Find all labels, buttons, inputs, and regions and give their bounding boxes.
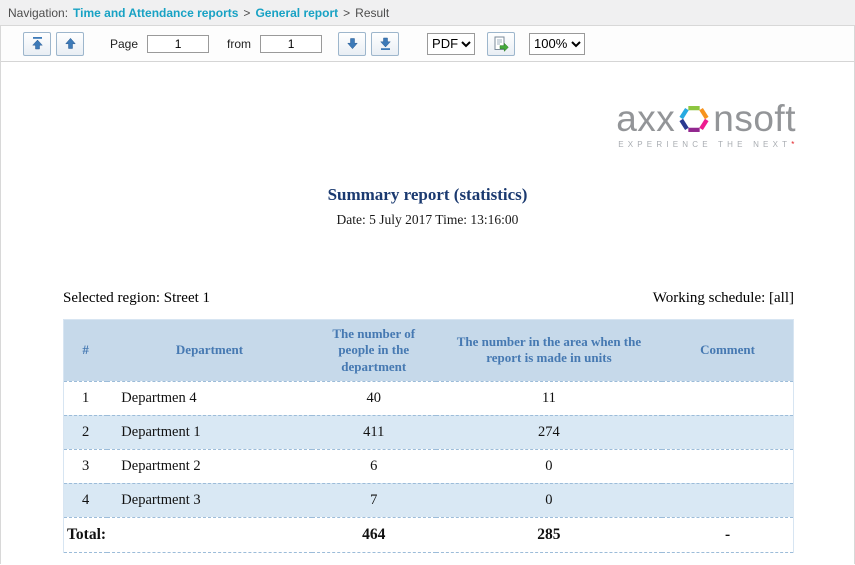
report-table-container: # Department The number of people in the… xyxy=(63,319,794,553)
table-row: 4 Department 3 7 0 xyxy=(64,483,794,517)
cell-people: 6 xyxy=(312,449,436,483)
report-table: # Department The number of people in the… xyxy=(63,319,794,553)
selected-region-label: Selected region: Street 1 xyxy=(63,290,210,307)
next-page-icon xyxy=(346,37,359,50)
logo-hexagon-icon xyxy=(677,102,711,136)
axxonsoft-logo: axx nsoft EXPERIENCE THE NEXT* xyxy=(616,100,796,149)
report-meta-row: Selected region: Street 1 Working schedu… xyxy=(63,290,794,307)
page-number-input[interactable] xyxy=(147,35,209,53)
total-pages-input[interactable] xyxy=(260,35,322,53)
breadcrumb-link-general-report[interactable]: General report xyxy=(255,6,338,20)
breadcrumb-current-result: Result xyxy=(355,6,389,20)
next-page-button[interactable] xyxy=(338,32,366,56)
cell-department: Department 2 xyxy=(107,449,311,483)
table-total-row: Total: 464 285 - xyxy=(64,517,794,552)
page-label: Page xyxy=(110,37,138,51)
report-date-line: Date: 5 July 2017 Time: 13:16:00 xyxy=(1,212,854,228)
logo-wordmark: axx nsoft xyxy=(616,100,796,137)
header-people-count: The number of people in the department xyxy=(312,320,436,382)
cell-number: 4 xyxy=(64,483,108,517)
total-comment: - xyxy=(662,517,793,552)
table-row: 3 Department 2 6 0 xyxy=(64,449,794,483)
table-row: 2 Department 1 411 274 xyxy=(64,415,794,449)
header-number: # xyxy=(64,320,108,382)
cell-department: Department 1 xyxy=(107,415,311,449)
export-button[interactable] xyxy=(487,32,515,56)
total-label: Total: xyxy=(64,517,312,552)
prev-page-button[interactable] xyxy=(56,32,84,56)
cell-comment xyxy=(662,449,793,483)
cell-comment xyxy=(662,381,793,415)
cell-people: 411 xyxy=(312,415,436,449)
header-department: Department xyxy=(107,320,311,382)
logo-tagline: EXPERIENCE THE NEXT* xyxy=(616,140,796,149)
logo-tagline-text: EXPERIENCE THE NEXT xyxy=(618,140,791,149)
export-icon xyxy=(493,36,509,52)
cell-comment xyxy=(662,415,793,449)
header-area-count: The number in the area when the report i… xyxy=(436,320,662,382)
export-format-select[interactable]: PDF xyxy=(427,33,475,55)
cell-people: 40 xyxy=(312,381,436,415)
breadcrumb-link-time-attendance-reports[interactable]: Time and Attendance reports xyxy=(73,6,238,20)
prev-page-icon xyxy=(64,37,77,50)
cell-department: Departmen 4 xyxy=(107,381,311,415)
report-title: Summary report (statistics) xyxy=(1,185,854,205)
cell-people: 7 xyxy=(312,483,436,517)
cell-area: 274 xyxy=(436,415,662,449)
breadcrumb-separator: > xyxy=(343,6,350,20)
total-area: 285 xyxy=(436,517,662,552)
last-page-button[interactable] xyxy=(371,32,399,56)
first-page-button[interactable] xyxy=(23,32,51,56)
table-row: 1 Departmen 4 40 11 xyxy=(64,381,794,415)
last-page-icon xyxy=(379,37,392,50)
cell-number: 2 xyxy=(64,415,108,449)
breadcrumb: Navigation: Time and Attendance reports … xyxy=(0,0,855,26)
logo-text-right: nsoft xyxy=(713,100,796,137)
report-page: axx nsoft EXPERIENCE THE NEXT* Summary r… xyxy=(1,100,854,565)
zoom-select[interactable]: 100% xyxy=(529,33,585,55)
cell-department: Department 3 xyxy=(107,483,311,517)
report-toolbar: Page from PDF xyxy=(1,26,854,62)
total-people: 464 xyxy=(312,517,436,552)
cell-area: 11 xyxy=(436,381,662,415)
logo-tagline-mark: * xyxy=(791,140,794,149)
cell-area: 0 xyxy=(436,449,662,483)
cell-number: 1 xyxy=(64,381,108,415)
report-viewer-frame: Page from PDF xyxy=(0,26,855,564)
table-header-row: # Department The number of people in the… xyxy=(64,320,794,382)
header-comment: Comment xyxy=(662,320,793,382)
working-schedule-label: Working schedule: [all] xyxy=(653,290,794,307)
from-label: from xyxy=(227,37,251,51)
breadcrumb-label: Navigation: xyxy=(8,6,68,20)
first-page-icon xyxy=(31,37,44,50)
cell-comment xyxy=(662,483,793,517)
logo-text-left: axx xyxy=(616,100,675,137)
cell-area: 0 xyxy=(436,483,662,517)
cell-number: 3 xyxy=(64,449,108,483)
breadcrumb-separator: > xyxy=(243,6,250,20)
